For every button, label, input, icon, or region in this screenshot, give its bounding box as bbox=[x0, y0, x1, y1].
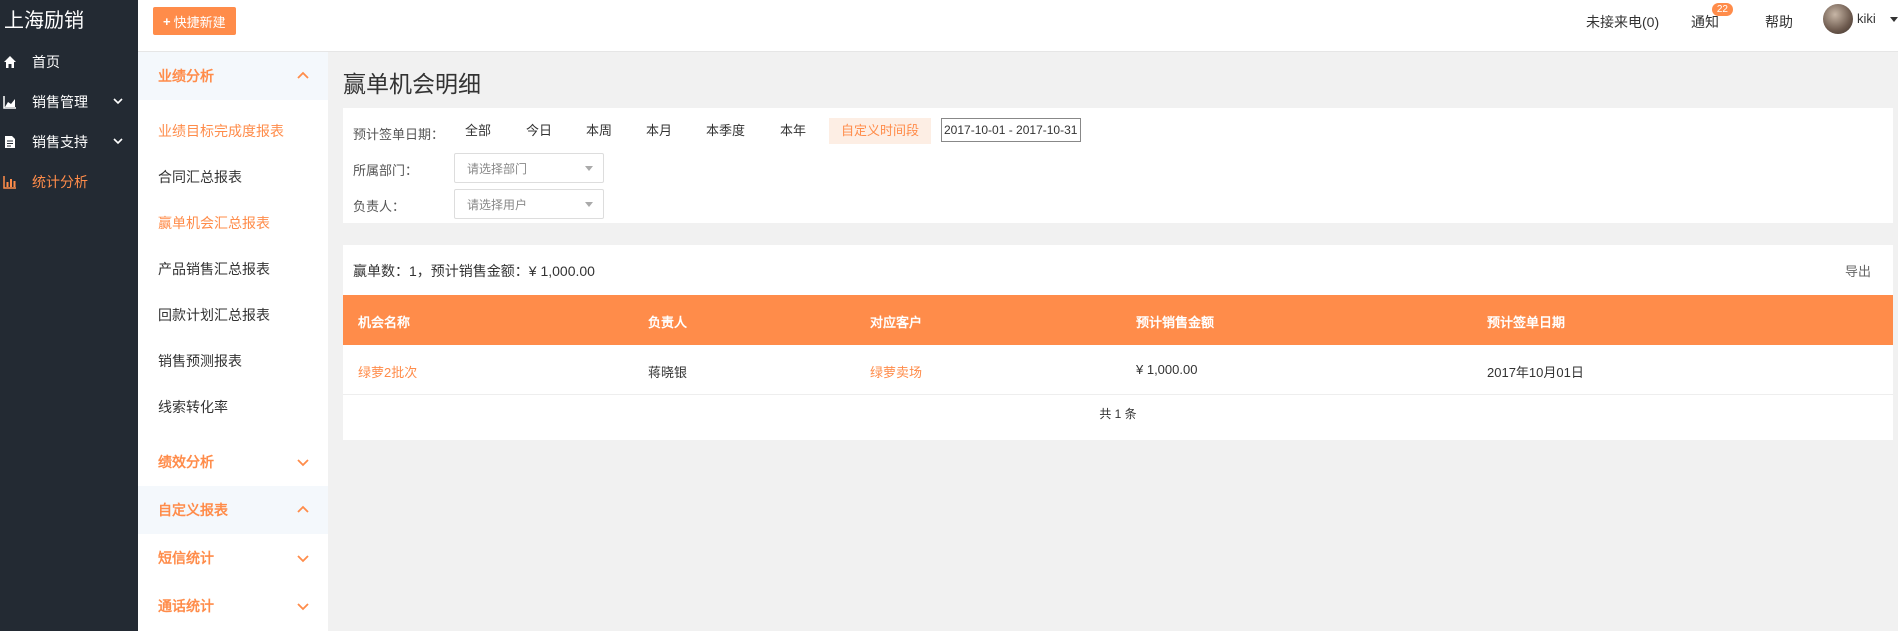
submenu-list: 业绩目标完成度报表 合同汇总报表 赢单机会汇总报表 产品销售汇总报表 回款计划汇… bbox=[138, 100, 328, 438]
filter-panel: 预计签单日期： 全部 今日 本周 本月 本季度 本年 自定义时间段 所属部门： … bbox=[343, 108, 1893, 223]
table-row: 绿萝2批次 蒋晓银 绿萝卖场 ¥ 1,000.00 2017年10月01日 bbox=[343, 345, 1893, 395]
column-header-customer[interactable]: 对应客户 bbox=[870, 312, 922, 331]
document-icon bbox=[5, 136, 15, 148]
submenu-section-sms[interactable]: 短信统计 bbox=[138, 534, 328, 582]
column-header-amount[interactable]: 预计销售金额 bbox=[1136, 312, 1214, 331]
chevron-up-icon bbox=[297, 505, 309, 513]
notifications-link[interactable]: 通知 22 bbox=[1691, 3, 1733, 32]
missed-calls-link[interactable]: 未接来电(0) bbox=[1586, 12, 1659, 32]
chevron-down-icon bbox=[113, 98, 123, 105]
submenu-item-contract-report[interactable]: 合同汇总报表 bbox=[138, 154, 328, 200]
submenu-section-label: 短信统计 bbox=[158, 550, 214, 566]
dropdown-arrow-icon bbox=[585, 202, 593, 207]
brand-logo: 上海励销 bbox=[4, 10, 84, 32]
nav-item-label: 统计分析 bbox=[32, 174, 88, 190]
dept-select[interactable]: 请选择部门 bbox=[454, 153, 604, 183]
help-link[interactable]: 帮助 bbox=[1765, 12, 1793, 32]
customer-link[interactable]: 绿萝卖场 bbox=[870, 362, 922, 381]
owner-cell: 蒋晓银 bbox=[648, 365, 688, 380]
submenu-section-label: 自定义报表 bbox=[158, 502, 228, 518]
nav-item-home[interactable]: 首页 bbox=[0, 42, 138, 82]
date-option-year[interactable]: 本年 bbox=[768, 118, 818, 144]
date-option-month[interactable]: 本月 bbox=[634, 118, 684, 144]
sign-date-cell: 2017年10月01日 bbox=[1487, 365, 1584, 380]
avatar[interactable] bbox=[1823, 4, 1853, 34]
table-header: 机会名称 负责人 对应客户 预计销售金额 预计签单日期 bbox=[343, 295, 1893, 345]
chevron-down-icon bbox=[113, 138, 123, 145]
column-header-owner[interactable]: 负责人 bbox=[648, 312, 687, 331]
top-header: + 快捷新建 未接来电(0) 通知 22 帮助 kiki bbox=[138, 0, 1898, 52]
nav-item-statistics[interactable]: 统计分析 bbox=[0, 162, 138, 202]
result-summary: 赢单数：1，预计销售金额：¥ 1,000.00 bbox=[353, 263, 595, 279]
nav-item-label: 销售管理 bbox=[32, 94, 88, 110]
home-icon bbox=[4, 56, 16, 68]
date-option-today[interactable]: 今日 bbox=[514, 118, 564, 144]
submenu-item-product-sales-report[interactable]: 产品销售汇总报表 bbox=[138, 246, 328, 292]
export-button[interactable]: 导出 bbox=[1845, 261, 1871, 280]
nav-item-label: 销售支持 bbox=[32, 134, 88, 150]
submenu-item-lead-conversion[interactable]: 线索转化率 bbox=[138, 384, 328, 430]
submenu-item-won-opportunity-report[interactable]: 赢单机会汇总报表 bbox=[138, 200, 328, 246]
submenu-item-forecast-report[interactable]: 销售预测报表 bbox=[138, 338, 328, 384]
area-chart-icon bbox=[3, 96, 16, 109]
date-option-custom[interactable]: 自定义时间段 bbox=[829, 118, 932, 144]
table-total-count: 共 1 条 bbox=[1099, 407, 1137, 421]
owner-select[interactable]: 请选择用户 bbox=[454, 189, 604, 219]
plus-icon: + bbox=[163, 13, 171, 29]
opportunity-name-link[interactable]: 绿萝2批次 bbox=[358, 362, 417, 381]
date-option-week[interactable]: 本周 bbox=[574, 118, 624, 144]
date-filter-label: 预计签单日期： bbox=[353, 127, 445, 142]
dropdown-arrow-icon bbox=[585, 166, 593, 171]
submenu-section-label: 绩效分析 bbox=[158, 454, 214, 470]
submenu-section-label: 通话统计 bbox=[158, 598, 214, 614]
quick-new-button[interactable]: + 快捷新建 bbox=[153, 7, 236, 35]
dept-filter-label: 所属部门： bbox=[353, 163, 419, 178]
date-option-quarter[interactable]: 本季度 bbox=[694, 118, 757, 144]
bar-chart-icon bbox=[3, 176, 16, 189]
nav-item-sales-management[interactable]: 销售管理 bbox=[0, 82, 138, 122]
submenu-section-kpi[interactable]: 绩效分析 bbox=[138, 438, 328, 486]
nav-item-sales-support[interactable]: 销售支持 bbox=[0, 122, 138, 162]
chevron-down-icon bbox=[297, 459, 309, 467]
submenu: 业绩分析 业绩目标完成度报表 合同汇总报表 赢单机会汇总报表 产品销售汇总报表 … bbox=[138, 52, 328, 631]
submenu-item-target-report[interactable]: 业绩目标完成度报表 bbox=[138, 108, 328, 154]
user-name[interactable]: kiki bbox=[1857, 11, 1876, 26]
quick-new-label: 快捷新建 bbox=[173, 14, 226, 30]
page-title: 赢单机会明细 bbox=[343, 71, 481, 97]
submenu-item-payment-plan-report[interactable]: 回款计划汇总报表 bbox=[138, 292, 328, 338]
chevron-down-icon bbox=[297, 555, 309, 563]
main-nav: 上海励销 首页 销售管理 销售支持 统计分析 bbox=[0, 0, 138, 631]
notification-count-badge: 22 bbox=[1711, 3, 1733, 16]
notifications-label: 通知 bbox=[1691, 14, 1719, 30]
column-header-sign-date[interactable]: 预计签单日期 bbox=[1487, 312, 1565, 331]
owner-filter-label: 负责人： bbox=[353, 199, 406, 214]
submenu-section-calls[interactable]: 通话统计 bbox=[138, 582, 328, 630]
owner-select-placeholder: 请选择用户 bbox=[467, 197, 528, 212]
column-header-opportunity[interactable]: 机会名称 bbox=[358, 312, 410, 331]
nav-item-label: 首页 bbox=[32, 54, 60, 70]
date-option-all[interactable]: 全部 bbox=[453, 118, 503, 144]
submenu-section-performance[interactable]: 业绩分析 bbox=[138, 52, 328, 100]
submenu-section-label: 业绩分析 bbox=[158, 68, 214, 84]
caret-down-icon[interactable] bbox=[1890, 17, 1898, 22]
chevron-down-icon bbox=[297, 603, 309, 611]
chevron-up-icon bbox=[297, 71, 309, 79]
result-panel: 赢单数：1，预计销售金额：¥ 1,000.00 导出 机会名称 负责人 对应客户… bbox=[343, 245, 1893, 440]
dept-select-placeholder: 请选择部门 bbox=[467, 161, 528, 176]
date-range-input[interactable] bbox=[941, 118, 1081, 142]
amount-cell: ¥ 1,000.00 bbox=[1136, 362, 1198, 377]
submenu-section-custom-report[interactable]: 自定义报表 bbox=[138, 486, 328, 534]
